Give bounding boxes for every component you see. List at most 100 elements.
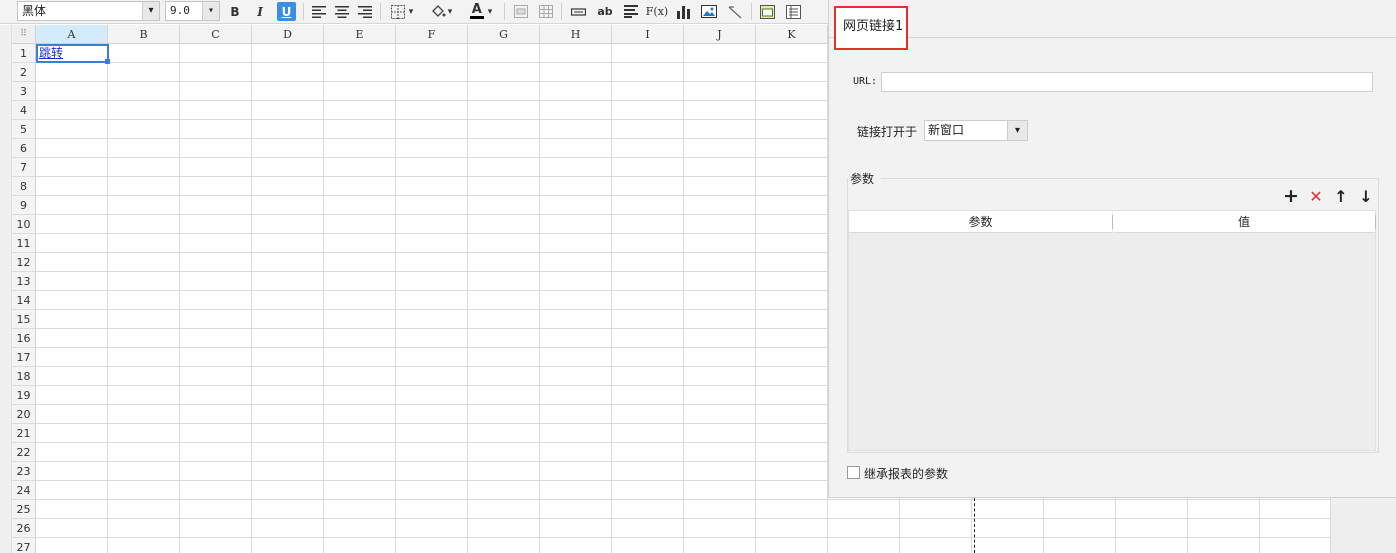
params-group-divider (881, 178, 1379, 179)
row-header-4[interactable]: 4 (12, 101, 36, 120)
url-input[interactable] (881, 72, 1373, 92)
align-left-icon[interactable] (310, 2, 328, 21)
toolbar-separator (380, 3, 381, 20)
tab-web-link[interactable]: 网页链接1 (834, 6, 908, 50)
dialog-tab-bar (829, 0, 1396, 38)
image-icon[interactable] (699, 2, 719, 21)
italic-button[interactable]: I (251, 2, 269, 21)
font-family-value: 黑体 (22, 4, 47, 18)
column-header-i[interactable]: I (612, 25, 684, 44)
grid-column-line (467, 44, 468, 553)
font-family-select[interactable]: 黑体 ▾ (17, 1, 160, 21)
fill-handle[interactable] (105, 59, 110, 64)
row-header-10[interactable]: 10 (12, 215, 36, 234)
row-header-12[interactable]: 12 (12, 253, 36, 272)
column-header-c[interactable]: C (180, 25, 252, 44)
chevron-down-icon[interactable]: ▾ (1007, 121, 1027, 140)
column-header-d[interactable]: D (252, 25, 324, 44)
grid-row-line (36, 518, 1330, 519)
grid-corner-icon: ⠿ (20, 29, 27, 39)
params-group-label: 参数 (850, 170, 879, 187)
row-header-5[interactable]: 5 (12, 120, 36, 139)
merge-cells-icon[interactable] (512, 2, 530, 21)
row-header-3[interactable]: 3 (12, 82, 36, 101)
app-window: 黑体 ▾ 9.0 ▾ B I U ▾ ▾ A ▾ ab F(x) ⠿ A B C… (0, 0, 1396, 553)
column-header-k[interactable]: K (756, 25, 828, 44)
row-header-16[interactable]: 16 (12, 329, 36, 348)
grid-column-line (539, 44, 540, 553)
report-icon[interactable] (784, 2, 802, 21)
underline-button[interactable]: U (277, 2, 296, 21)
grid-column-line (179, 44, 180, 553)
row-header-22[interactable]: 22 (12, 443, 36, 462)
row-header-8[interactable]: 8 (12, 177, 36, 196)
inherit-params-checkbox[interactable] (847, 466, 860, 479)
chevron-down-icon[interactable]: ▾ (202, 2, 219, 20)
row-header-15[interactable]: 15 (12, 310, 36, 329)
font-size-value: 9.0 (170, 4, 190, 17)
cell-attr-icon[interactable] (758, 2, 776, 21)
grid-column-line (251, 44, 252, 553)
bar-chart-icon[interactable] (674, 2, 692, 21)
row-header-24[interactable]: 24 (12, 481, 36, 500)
column-header-param[interactable]: 参数 (849, 211, 1112, 233)
delete-icon[interactable]: ✕ (1306, 186, 1326, 206)
select-all-corner[interactable]: ⠿ (12, 25, 36, 44)
row-header-23[interactable]: 23 (12, 462, 36, 481)
text-widget-button[interactable]: ab (595, 2, 615, 21)
row-header-21[interactable]: 21 (12, 424, 36, 443)
row-header-25[interactable]: 25 (12, 500, 36, 519)
font-color-icon: A (471, 2, 482, 17)
row-header-2[interactable]: 2 (12, 63, 36, 82)
column-header-b[interactable]: B (108, 25, 180, 44)
params-table[interactable]: 参数 值 (848, 210, 1376, 451)
paragraph-icon[interactable] (622, 2, 640, 21)
row-header-14[interactable]: 14 (12, 291, 36, 310)
column-header-a[interactable]: A (36, 25, 108, 44)
grid-column-line (107, 44, 108, 553)
column-header-g[interactable]: G (468, 25, 540, 44)
toolbar-separator (303, 3, 304, 20)
row-header-11[interactable]: 11 (12, 234, 36, 253)
column-header-value[interactable]: 值 (1113, 211, 1375, 233)
border-icon[interactable]: ▾ (387, 2, 417, 21)
bold-button[interactable]: B (226, 2, 244, 21)
arrow-down-icon[interactable]: ↓ (1356, 186, 1376, 206)
arrow-up-icon[interactable]: ↑ (1331, 186, 1351, 206)
grid-column-line (395, 44, 396, 553)
row-header-13[interactable]: 13 (12, 272, 36, 291)
row-header-27[interactable]: 27 (12, 538, 36, 553)
text-field-icon[interactable] (569, 2, 587, 21)
font-color-button[interactable]: A ▾ (465, 2, 497, 21)
row-header-7[interactable]: 7 (12, 158, 36, 177)
column-header-f[interactable]: F (396, 25, 468, 44)
open-in-value: 新窗口 (928, 123, 965, 137)
split-cells-icon[interactable] (537, 2, 555, 21)
row-header-1[interactable]: 1 (12, 44, 36, 63)
row-header-26[interactable]: 26 (12, 519, 36, 538)
grid-column-line (323, 44, 324, 553)
row-header-17[interactable]: 17 (12, 348, 36, 367)
column-header-j[interactable]: J (684, 25, 756, 44)
column-header-h[interactable]: H (540, 25, 612, 44)
hyperlink-dialog: 网页链接1 URL: 链接打开于 新窗口 ▾ 参数 + ✕ ↑ ↓ 参数 值 继… (828, 0, 1396, 498)
grid-row-line (36, 499, 1330, 500)
row-header-20[interactable]: 20 (12, 405, 36, 424)
chevron-down-icon[interactable]: ▾ (142, 2, 159, 20)
fill-color-icon[interactable]: ▾ (426, 2, 456, 21)
diagonal-line-icon[interactable] (726, 2, 744, 21)
row-header-19[interactable]: 19 (12, 386, 36, 405)
row-header-18[interactable]: 18 (12, 367, 36, 386)
cell-a1[interactable]: 跳转 (36, 44, 109, 63)
grid-row-line (36, 537, 1330, 538)
add-icon[interactable]: + (1281, 185, 1301, 207)
grid-column-line (611, 44, 612, 553)
column-header-e[interactable]: E (324, 25, 396, 44)
open-in-select[interactable]: 新窗口 ▾ (924, 120, 1028, 141)
align-center-icon[interactable] (333, 2, 351, 21)
row-header-6[interactable]: 6 (12, 139, 36, 158)
font-size-select[interactable]: 9.0 ▾ (165, 1, 220, 21)
formula-button[interactable]: F(x) (646, 2, 668, 21)
row-header-9[interactable]: 9 (12, 196, 36, 215)
align-right-icon[interactable] (356, 2, 374, 21)
